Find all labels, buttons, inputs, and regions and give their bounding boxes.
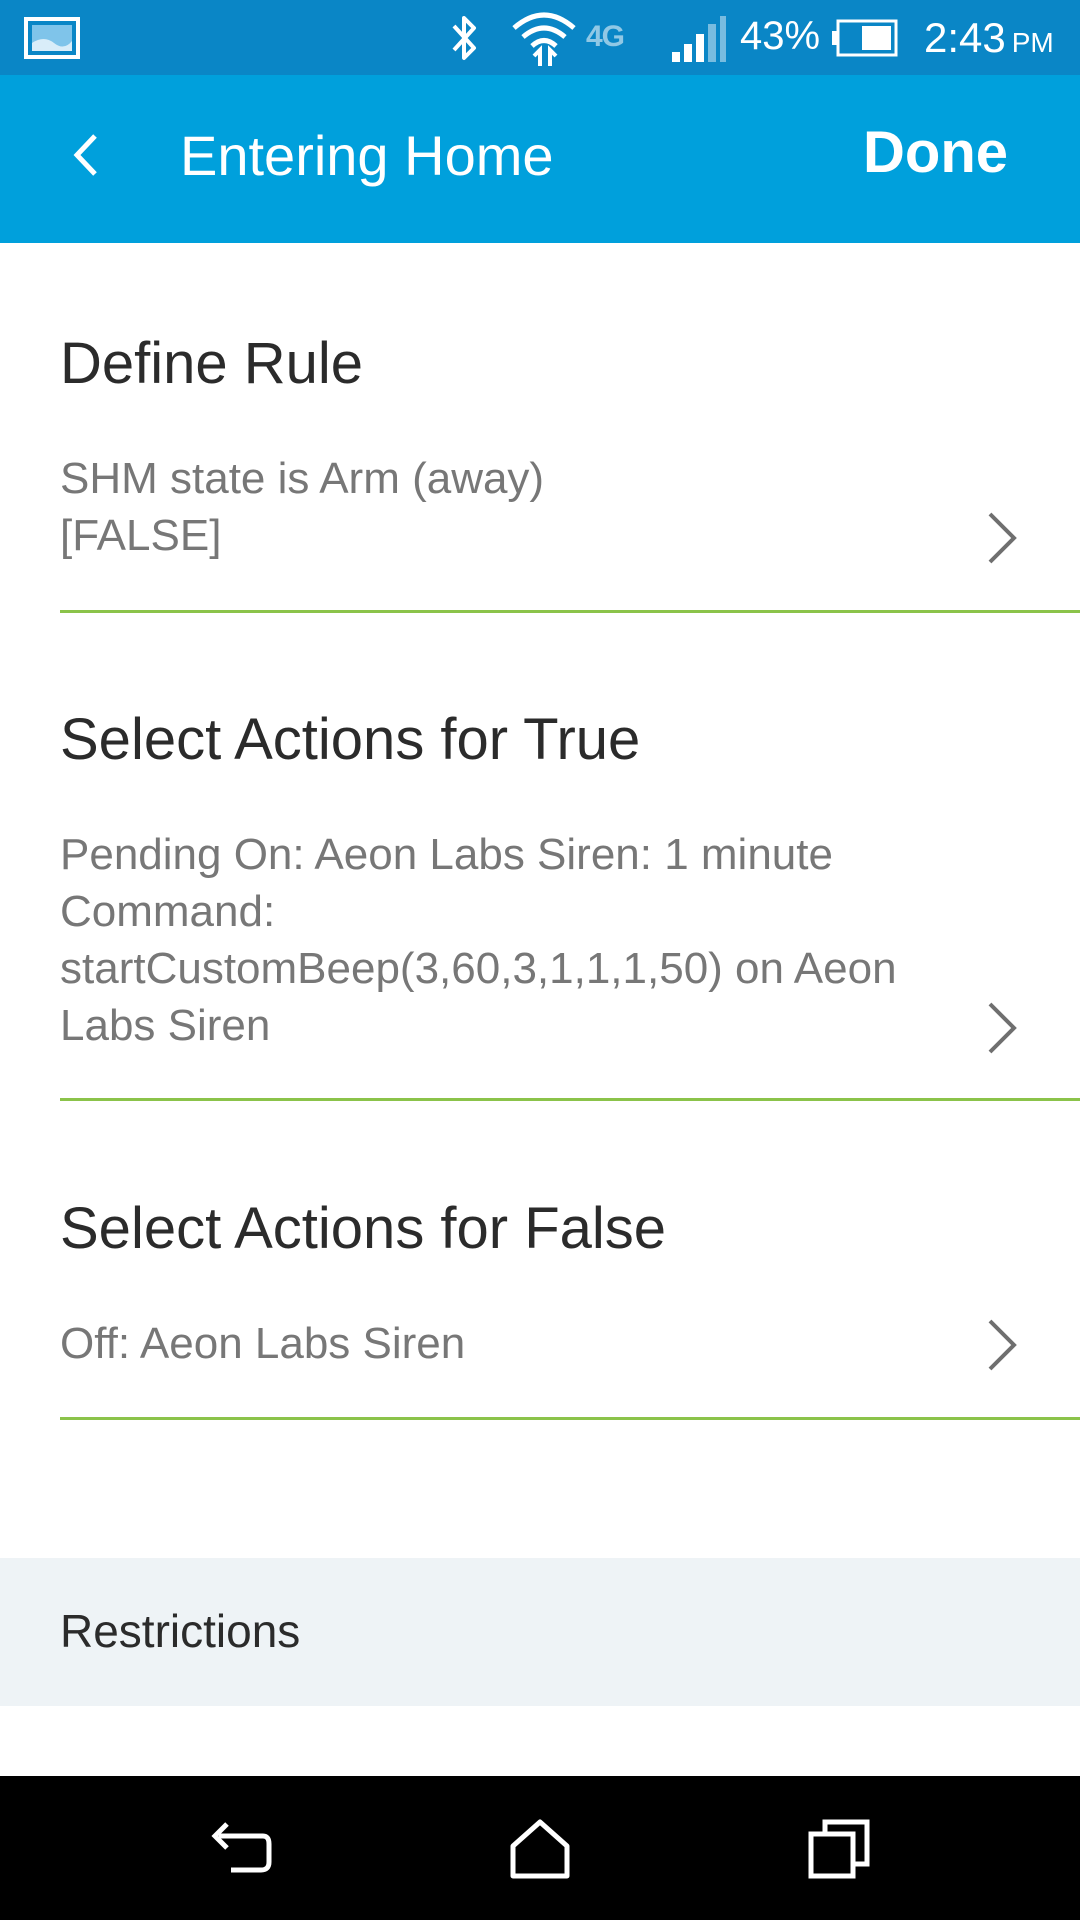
nav-home-icon[interactable] — [505, 1814, 575, 1884]
nav-recents-icon[interactable] — [805, 1814, 875, 1884]
back-button[interactable] — [56, 125, 116, 185]
restrictions-section-header: Restrictions — [0, 1558, 1080, 1706]
actions-false-value: Off: Aeon Labs Siren — [60, 1315, 960, 1372]
app-bar: Entering Home Done — [0, 75, 1080, 243]
system-nav-bar — [0, 1776, 1080, 1920]
chevron-right-icon — [988, 1002, 1017, 1054]
define-rule-line: SHM state is Arm (away) — [60, 454, 545, 503]
wifi-icon — [512, 12, 576, 66]
chevron-right-icon — [988, 1319, 1017, 1371]
clock-time: 2:43 — [924, 14, 1006, 61]
define-rule-row[interactable]: SHM state is Arm (away) [FALSE] — [60, 450, 1080, 613]
page-title: Entering Home — [180, 124, 554, 187]
nav-back-icon[interactable] — [205, 1814, 275, 1884]
actions-false-row[interactable]: Off: Aeon Labs Siren — [60, 1315, 1080, 1420]
status-bar: 4G 43% 2:43 PM — [0, 0, 1080, 75]
define-rule-value: SHM state is Arm (away) [FALSE] — [60, 450, 960, 564]
chevron-left-icon — [73, 134, 97, 176]
chevron-right-icon — [988, 512, 1017, 564]
screenshot-notification-icon — [24, 17, 80, 59]
actions-true-line: Pending On: Aeon Labs Siren: 1 minute — [60, 830, 833, 879]
define-rule-line: [FALSE] — [60, 511, 222, 560]
actions-true-row[interactable]: Pending On: Aeon Labs Siren: 1 minute Co… — [60, 826, 1080, 1101]
clock: 2:43 PM — [924, 14, 1054, 62]
clock-ampm: PM — [1011, 27, 1054, 58]
actions-true-heading: Select Actions for True — [60, 707, 641, 772]
battery-icon — [832, 19, 898, 57]
network-type-icon: 4G — [586, 20, 625, 53]
done-button[interactable]: Done — [863, 119, 1008, 186]
actions-true-value: Pending On: Aeon Labs Siren: 1 minute Co… — [60, 826, 960, 1054]
battery-percent: 43% — [740, 14, 821, 58]
signal-strength-icon — [672, 16, 726, 62]
restrictions-label: Restrictions — [60, 1605, 301, 1657]
actions-false-line: Off: Aeon Labs Siren — [60, 1319, 466, 1368]
actions-true-line: Command: — [60, 887, 276, 936]
actions-true-line: Labs Siren — [60, 1001, 271, 1050]
bluetooth-icon — [452, 16, 476, 60]
actions-true-line: startCustomBeep(3,60,3,1,1,1,50) on Aeon — [60, 944, 897, 993]
actions-false-heading: Select Actions for False — [60, 1196, 667, 1261]
define-rule-heading: Define Rule — [60, 331, 364, 396]
